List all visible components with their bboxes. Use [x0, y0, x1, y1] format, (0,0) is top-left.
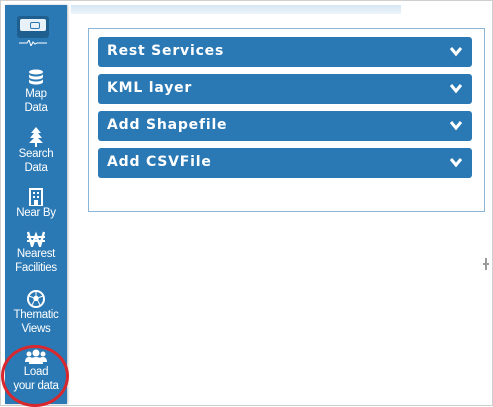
- accordion-title: KML layer: [107, 80, 193, 96]
- accordion-title: Add CSVFile: [107, 154, 212, 170]
- highlight-circle: [1, 345, 69, 407]
- sidebar-item-near-by[interactable]: Near By: [5, 188, 67, 220]
- won-currency-icon: [27, 231, 45, 247]
- accordion-kml-layer[interactable]: KML layer: [98, 74, 472, 104]
- sidebar-item-search-data[interactable]: Search Data: [5, 127, 67, 175]
- accordion-add-shapefile[interactable]: Add Shapefile: [98, 111, 472, 141]
- sidebar-item-label: Near By: [16, 207, 56, 219]
- sidebar-item-thematic-views[interactable]: Thematic Views: [5, 290, 67, 336]
- accordion-rest-services[interactable]: Rest Services: [98, 37, 472, 67]
- sidebar-item-map-data[interactable]: Map Data: [5, 69, 67, 115]
- cursor-icon: [483, 258, 489, 270]
- monitor-logo-icon[interactable]: [17, 16, 49, 38]
- chevron-down-icon[interactable]: [449, 83, 463, 94]
- database-icon: [29, 69, 43, 85]
- top-strip: [71, 5, 401, 14]
- logo-wave-icon: [19, 40, 47, 46]
- chevron-down-icon[interactable]: [449, 157, 463, 168]
- building-icon: [29, 188, 43, 206]
- sidebar-item-label: Data: [24, 102, 48, 114]
- accordion-title: Rest Services: [107, 43, 225, 59]
- sidebar-item-label: Facilities: [15, 262, 57, 274]
- football-icon: [27, 290, 45, 308]
- sidebar-item-label: Data: [24, 162, 48, 174]
- accordion-title: Add Shapefile: [107, 117, 228, 133]
- accordion-add-csvfile[interactable]: Add CSVFile: [98, 148, 472, 178]
- load-data-panel: Rest Services KML layer Add Shapefile Ad…: [88, 28, 485, 212]
- tree-icon: [29, 127, 43, 147]
- chevron-down-icon[interactable]: [449, 46, 463, 57]
- sidebar-item-label: Map: [25, 88, 47, 100]
- sidebar-item-nearest-facilities[interactable]: Nearest Facilities: [5, 231, 67, 275]
- chevron-down-icon[interactable]: [449, 120, 463, 131]
- sidebar-item-label: Thematic: [13, 309, 59, 321]
- sidebar-item-label: Views: [21, 323, 51, 335]
- sidebar-item-label: Nearest: [16, 248, 56, 260]
- sidebar-item-label: Search: [18, 148, 54, 160]
